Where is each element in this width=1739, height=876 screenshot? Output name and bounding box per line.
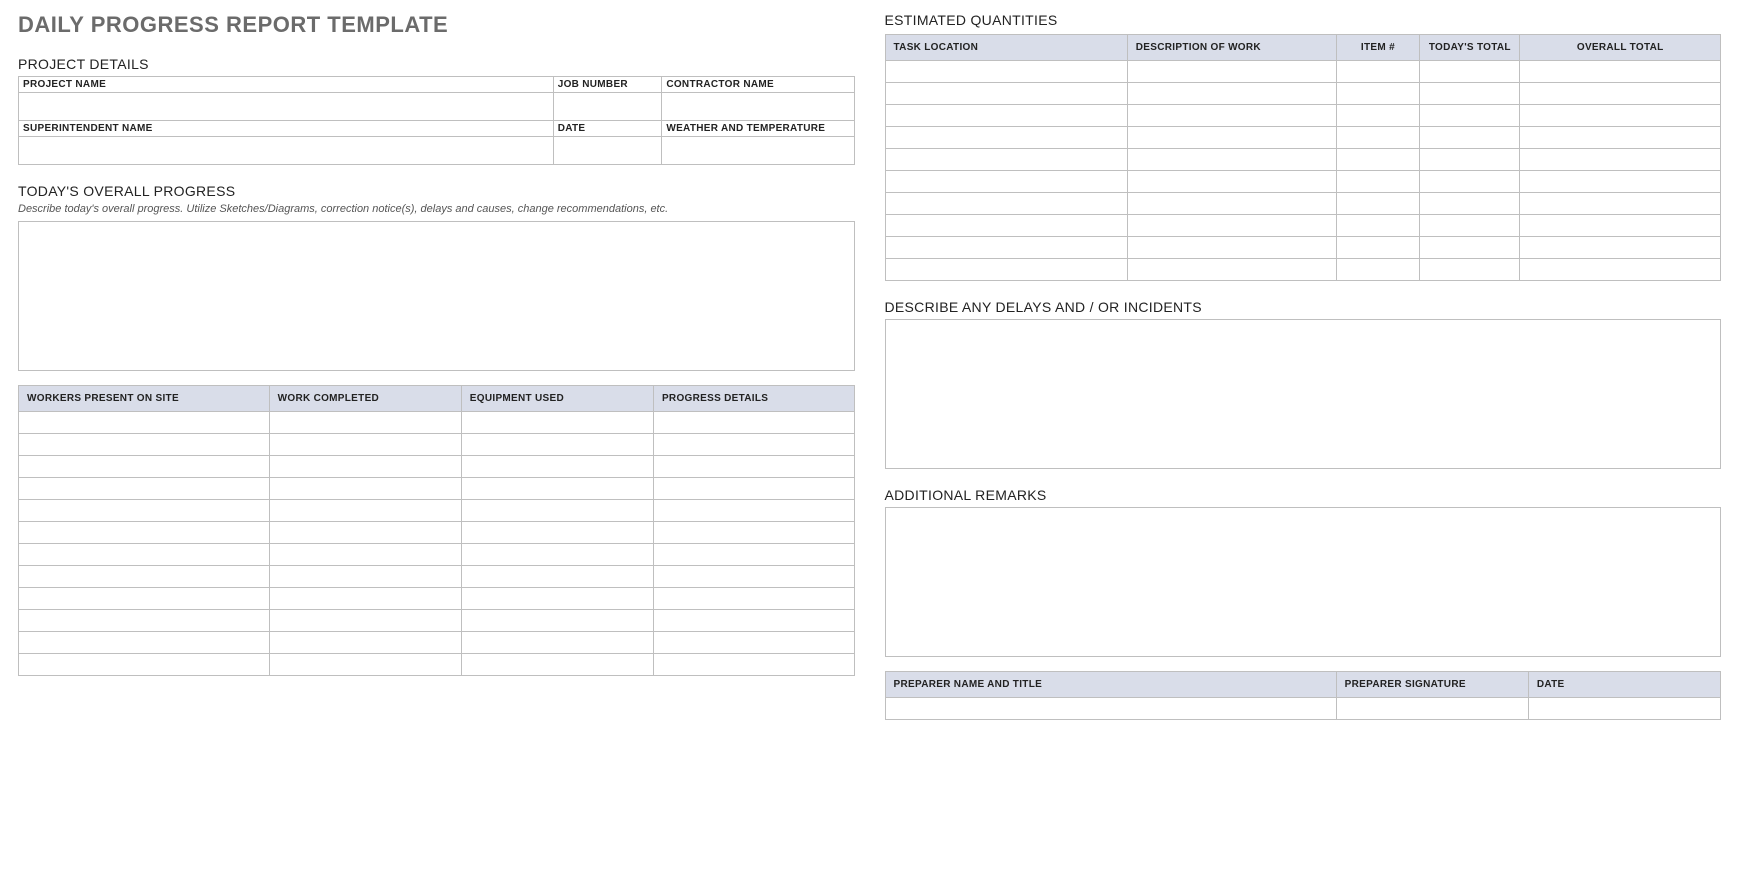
- delays-heading: DESCRIBE ANY DELAYS AND / OR INCIDENTS: [885, 299, 1722, 315]
- header-equipment-used: EQUIPMENT USED: [461, 386, 653, 412]
- header-description-work: DESCRIPTION OF WORK: [1127, 35, 1336, 61]
- table-row[interactable]: [885, 215, 1721, 237]
- input-date[interactable]: [553, 137, 662, 165]
- header-preparer-name: PREPARER NAME AND TITLE: [885, 672, 1336, 698]
- input-contractor-name[interactable]: [662, 93, 854, 121]
- input-preparer-signature[interactable]: [1336, 698, 1528, 720]
- remarks-heading: ADDITIONAL REMARKS: [885, 487, 1722, 503]
- project-details-heading: PROJECT DETAILS: [18, 56, 855, 72]
- table-row[interactable]: [885, 193, 1721, 215]
- label-weather: WEATHER AND TEMPERATURE: [662, 121, 854, 137]
- header-work-completed: WORK COMPLETED: [269, 386, 461, 412]
- table-row[interactable]: [19, 544, 855, 566]
- table-row[interactable]: [19, 588, 855, 610]
- table-row[interactable]: [19, 434, 855, 456]
- table-row[interactable]: [19, 610, 855, 632]
- project-details-table: PROJECT NAME JOB NUMBER CONTRACTOR NAME …: [18, 76, 855, 165]
- table-row[interactable]: [19, 522, 855, 544]
- input-weather[interactable]: [662, 137, 854, 165]
- table-row[interactable]: [885, 105, 1721, 127]
- table-row[interactable]: [885, 127, 1721, 149]
- table-row[interactable]: [885, 83, 1721, 105]
- table-row[interactable]: [19, 478, 855, 500]
- header-sig-date: DATE: [1528, 672, 1720, 698]
- table-row[interactable]: [885, 149, 1721, 171]
- signature-table: PREPARER NAME AND TITLE PREPARER SIGNATU…: [885, 671, 1722, 720]
- input-superintendent-name[interactable]: [19, 137, 554, 165]
- label-project-name: PROJECT NAME: [19, 77, 554, 93]
- header-overall-total: OVERALL TOTAL: [1520, 35, 1721, 61]
- header-progress-details: PROGRESS DETAILS: [653, 386, 854, 412]
- header-workers-present: WORKERS PRESENT ON SITE: [19, 386, 270, 412]
- quantities-heading: ESTIMATED QUANTITIES: [885, 12, 1722, 28]
- table-row[interactable]: [19, 632, 855, 654]
- delays-textarea[interactable]: [885, 319, 1722, 469]
- table-row[interactable]: [885, 61, 1721, 83]
- document-title: DAILY PROGRESS REPORT TEMPLATE: [18, 12, 855, 38]
- label-superintendent-name: SUPERINTENDENT NAME: [19, 121, 554, 137]
- quantities-table: TASK LOCATION DESCRIPTION OF WORK ITEM #…: [885, 34, 1722, 281]
- header-preparer-signature: PREPARER SIGNATURE: [1336, 672, 1528, 698]
- table-row[interactable]: [885, 171, 1721, 193]
- input-preparer-name[interactable]: [885, 698, 1336, 720]
- table-row[interactable]: [19, 654, 855, 676]
- label-date: DATE: [553, 121, 662, 137]
- overall-progress-textarea[interactable]: [18, 221, 855, 371]
- table-row[interactable]: [19, 456, 855, 478]
- table-row[interactable]: [19, 500, 855, 522]
- remarks-textarea[interactable]: [885, 507, 1722, 657]
- input-project-name[interactable]: [19, 93, 554, 121]
- table-row[interactable]: [19, 412, 855, 434]
- input-job-number[interactable]: [553, 93, 662, 121]
- right-column: ESTIMATED QUANTITIES TASK LOCATION DESCR…: [885, 12, 1722, 720]
- label-contractor-name: CONTRACTOR NAME: [662, 77, 854, 93]
- left-column: DAILY PROGRESS REPORT TEMPLATE PROJECT D…: [18, 12, 855, 720]
- table-row[interactable]: [885, 237, 1721, 259]
- label-job-number: JOB NUMBER: [553, 77, 662, 93]
- table-row[interactable]: [19, 566, 855, 588]
- header-task-location: TASK LOCATION: [885, 35, 1127, 61]
- workers-table: WORKERS PRESENT ON SITE WORK COMPLETED E…: [18, 385, 855, 676]
- overall-progress-heading: TODAY'S OVERALL PROGRESS: [18, 183, 855, 199]
- input-sig-date[interactable]: [1528, 698, 1720, 720]
- header-todays-total: TODAY'S TOTAL: [1420, 35, 1520, 61]
- header-item-number: ITEM #: [1336, 35, 1420, 61]
- table-row[interactable]: [885, 259, 1721, 281]
- overall-progress-hint: Describe today's overall progress. Utili…: [18, 203, 855, 215]
